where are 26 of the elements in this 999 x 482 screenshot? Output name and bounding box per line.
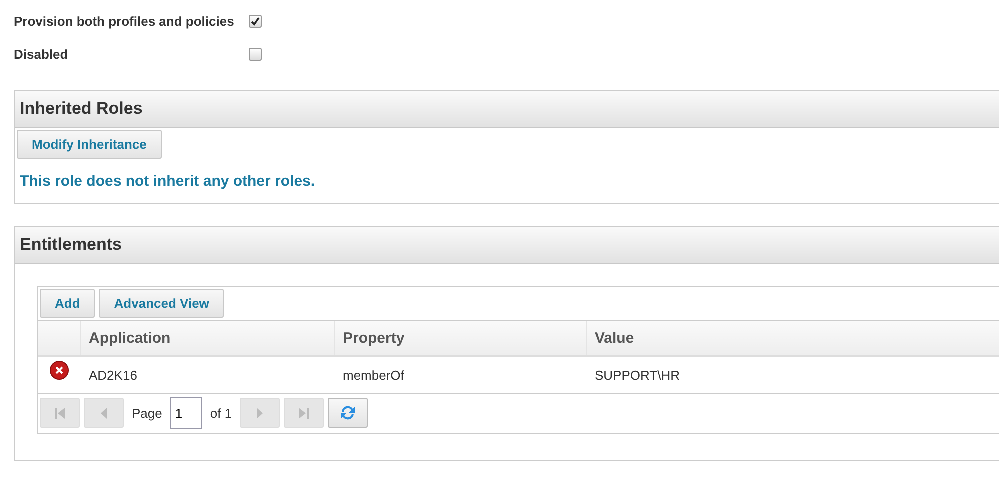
column-header[interactable]: Application [80,321,334,355]
delete-icon[interactable] [50,361,68,380]
toolbar-button[interactable]: Add [40,289,96,318]
table-cell-text: AD2K16 [88,366,138,384]
next-page-icon [257,408,264,418]
first-page-icon [55,408,65,418]
checkbox[interactable] [249,15,262,28]
table-cell-text: memberOf [342,366,406,384]
table-cell-text: SUPPORT\HR [594,366,681,384]
page-label: Page [131,406,164,420]
column-header[interactable]: Value [586,321,999,355]
panel-header: Entitlements [15,227,999,264]
refresh-icon [339,404,358,422]
toolbar-button[interactable]: Advanced View [99,289,224,318]
page-count: of 1 [209,406,234,420]
last-page-icon [299,408,310,418]
option-label: Disabled [14,47,70,62]
option-label: Provision both profiles and policies [14,14,236,29]
column-header[interactable]: Property [334,321,586,355]
refresh-button[interactable] [328,398,368,428]
info-message: This role does not inherit any other roles. [20,173,316,190]
modify-inheritance-button[interactable]: Modify Inheritance [17,130,162,159]
panel-header: Inherited Roles [15,91,999,128]
previous-page-icon [101,408,107,418]
page-number-field[interactable]: 1 [170,397,202,429]
checkbox[interactable] [249,48,262,61]
